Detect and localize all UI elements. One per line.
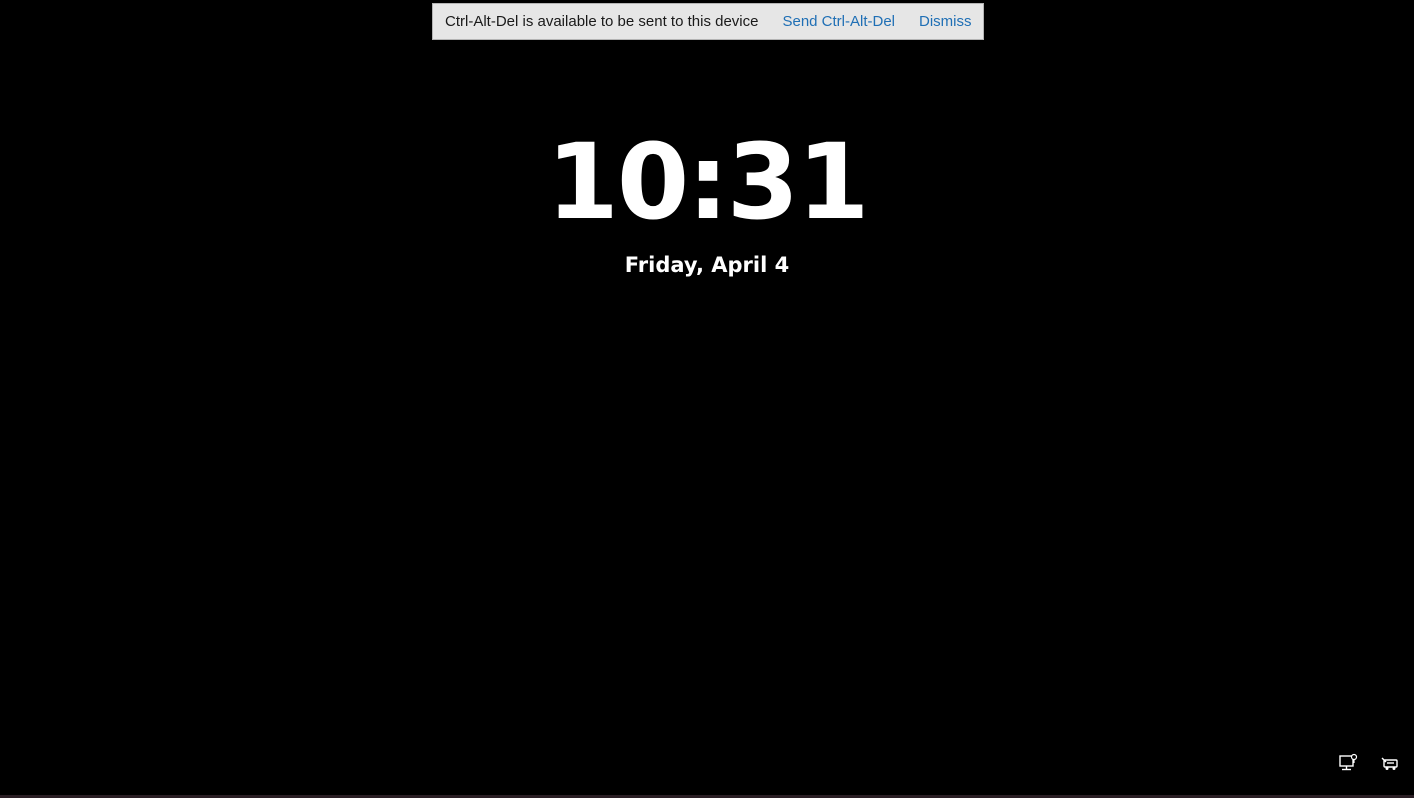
send-ctrl-alt-del-link[interactable]: Send Ctrl-Alt-Del — [782, 13, 895, 30]
lock-screen-date: Friday, April 4 — [624, 253, 790, 277]
notification-message: Ctrl-Alt-Del is available to be sent to … — [445, 13, 759, 30]
dismiss-link[interactable]: Dismiss — [919, 13, 972, 30]
network-icon[interactable] — [1338, 753, 1358, 773]
lock-screen[interactable]: Ctrl-Alt-Del is available to be sent to … — [0, 0, 1414, 798]
ease-of-access-icon[interactable] — [1380, 753, 1400, 773]
lock-screen-time: 10:31 — [546, 121, 869, 243]
ctrl-alt-del-notification-bar: Ctrl-Alt-Del is available to be sent to … — [432, 3, 984, 40]
